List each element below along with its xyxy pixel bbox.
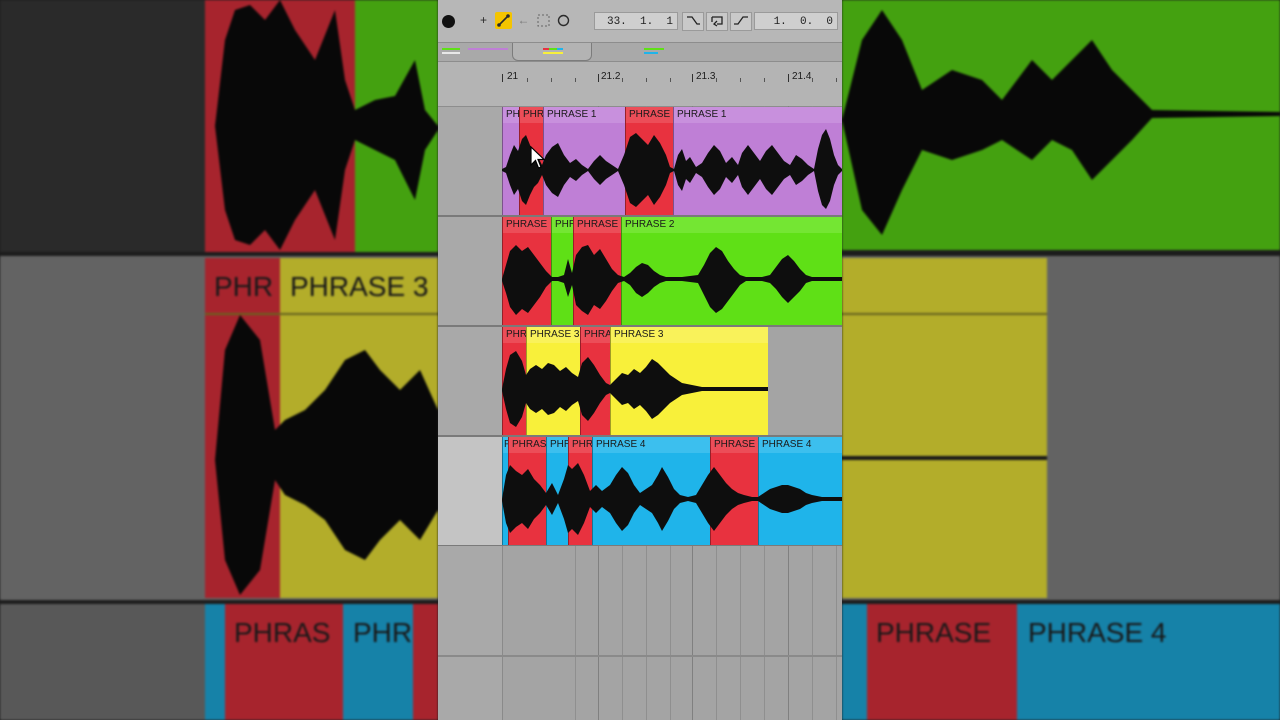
ruler-label: 21.4	[792, 71, 812, 82]
clip-label: PHRA	[581, 327, 610, 343]
backdrop-label: PHRASE	[876, 617, 992, 648]
record-dot-icon[interactable]	[442, 15, 455, 28]
clip-label: PHRASE 3	[611, 327, 768, 343]
ruler-label: 21	[507, 71, 519, 82]
clip-label: PHRASE 2	[622, 217, 842, 233]
clip-label: PH	[503, 107, 519, 123]
backdrop-label: PHRAS	[234, 617, 331, 648]
fade-in-icon[interactable]	[682, 12, 704, 31]
empty-track-left-area	[438, 546, 503, 720]
mouse-pointer-icon	[530, 146, 546, 169]
waveform	[502, 245, 842, 315]
loop-icon[interactable]	[706, 12, 728, 31]
backdrop-wave-mid	[215, 315, 438, 595]
arrangement-view: + ← 33. 1. 1 1. 0. 0 21 21.2 21.3 21.4 P…	[438, 0, 842, 720]
backdrop-right: PHRASE PHRASE 4	[842, 0, 1280, 720]
beat-time-ruler[interactable]: 21 21.2 21.3 21.4	[438, 62, 842, 107]
track-left-area	[438, 107, 503, 437]
clip-label: PHRASE	[503, 217, 551, 233]
backdrop-wave-green	[842, 10, 1280, 235]
backdrop-label: PHR	[353, 617, 413, 648]
backdrop-label: PHRASE 4	[1028, 617, 1167, 648]
clip-label: PHR	[569, 437, 592, 453]
waveform	[502, 129, 842, 209]
fade-out-icon[interactable]	[730, 12, 752, 31]
clip-label: PHRASE 3	[527, 327, 580, 343]
clip-label: PHR	[552, 217, 573, 233]
plus-icon[interactable]: +	[475, 12, 492, 29]
clip-label: PHR	[547, 437, 568, 453]
draw-mode-icon[interactable]	[495, 12, 512, 29]
audio-track-2: PHRASE PHR PHRASE PHRASE 2	[502, 217, 842, 325]
clip-label: PHRASE 1	[544, 107, 625, 123]
toolbar: + ← 33. 1. 1 1. 0. 0	[438, 0, 842, 42]
ruler-label: 21.3	[696, 71, 716, 82]
clip-label: PHRAS	[509, 437, 546, 453]
backdrop-left: PHR PHRASE 3 PHRAS PHR	[0, 0, 438, 720]
back-arrow-icon[interactable]: ←	[515, 12, 532, 29]
overview-strip[interactable]	[438, 42, 842, 62]
clip-label: PHRASE 4	[593, 437, 710, 453]
overview-visible-window[interactable]	[512, 43, 592, 61]
audio-track-4: P PHRAS PHR PHR PHRASE 4 PHRASE PHRASE 4	[502, 437, 842, 545]
clip-label: PHRASE	[711, 437, 758, 453]
arrangement-position-field[interactable]: 33. 1. 1	[594, 12, 678, 30]
clip-label: PHRASE 4	[759, 437, 842, 453]
backdrop-label: PHR	[214, 271, 274, 302]
audio-track-3: PHR PHRASE 3 PHRA PHRASE 3	[502, 327, 842, 435]
loop-length-field[interactable]: 1. 0. 0	[754, 12, 838, 30]
clip-label: PHRASE	[574, 217, 621, 233]
waveform	[502, 463, 842, 535]
audio-track-1: PH PHR PHRASE 1 PHRASE PHRASE 1	[502, 107, 842, 215]
clip-label: PHR	[520, 107, 543, 123]
selected-track-left-area[interactable]	[438, 437, 503, 546]
loop-select-icon[interactable]	[535, 12, 552, 29]
clip-label: PHRASE 1	[674, 107, 842, 123]
waveform	[502, 351, 768, 427]
circle-icon[interactable]	[555, 12, 572, 29]
backdrop-wave-top	[215, 0, 438, 250]
clip-label: PHRASE	[626, 107, 673, 123]
backdrop-label: PHRASE 3	[290, 271, 429, 302]
ruler-label: 21.2	[601, 71, 621, 82]
clip-label: PHR	[503, 327, 526, 343]
